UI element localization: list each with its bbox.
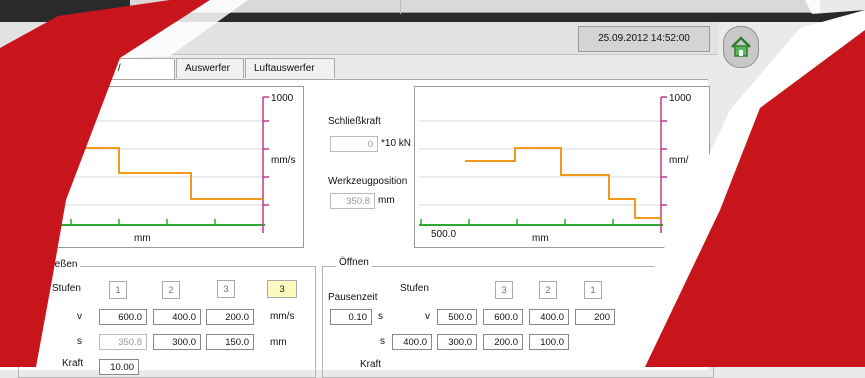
tab-auswerfer[interactable]: Auswerfer <box>176 58 244 78</box>
schliessen-s1-field: 350.8 <box>99 334 147 350</box>
schliessen-v2-field[interactable]: 400.0 <box>153 309 201 325</box>
schliessen-s3-field[interactable]: 150.0 <box>206 334 254 350</box>
chart-left-xtick-label: 500.0 <box>25 229 51 240</box>
schliesskraft-unit: *10 kN <box>381 138 412 149</box>
oeffnen-v1-field[interactable]: 500.0 <box>437 309 477 325</box>
datetime-display: 25.09.2012 14:52:00 <box>578 26 710 52</box>
oeffnen-s4-field[interactable]: 100.0 <box>529 334 569 350</box>
schliessen-s2-field[interactable]: 300.0 <box>153 334 201 350</box>
werkzeugposition-unit: mm <box>378 195 395 206</box>
oeffnen-s1-field[interactable]: 400.0 <box>392 334 432 350</box>
oeffnen-v2-field[interactable]: 600.0 <box>483 309 523 325</box>
werkzeugposition-field: 350.8 <box>330 193 375 209</box>
oeffnen-step-2[interactable]: 2 <box>539 281 557 299</box>
chart-left-ymax-label: 1000 <box>271 93 294 104</box>
chart-left-xunit-label: mm <box>134 233 151 244</box>
oeffnen-title: Öffnen <box>336 257 372 268</box>
chart-left-y-ticks <box>263 96 269 206</box>
schliessen-v-unit: mm/s <box>270 311 295 322</box>
chart-right-y-ticks <box>661 96 667 206</box>
oeffnen-s3-field[interactable]: 200.0 <box>483 334 523 350</box>
oeffnen-s2-field[interactable]: 300.0 <box>437 334 477 350</box>
oeffnen-v4-field[interactable]: 200 <box>575 309 615 325</box>
schliessen-step-3[interactable]: 3 <box>217 280 235 298</box>
oeffnen-step-1[interactable]: 1 <box>584 281 602 299</box>
schliessen-v1-field[interactable]: 600.0 <box>99 309 147 325</box>
oeffnen-kraft-label: Kraft <box>360 359 382 370</box>
chart-right-ymax-label: 1000 <box>669 93 692 104</box>
schliessen-selected-step[interactable]: 3 <box>267 280 297 298</box>
schliessen-step-1[interactable]: 1 <box>109 281 127 299</box>
tab-luftauswerfer[interactable]: Luftauswerfer <box>245 58 335 78</box>
chart-right-yunit-label: mm/ <box>669 155 689 166</box>
oeffnen-step-3[interactable]: 3 <box>495 281 513 299</box>
opening-profile-line <box>465 147 661 219</box>
schliessen-v-label: v <box>77 311 82 322</box>
schliesskraft-field: 0 <box>330 136 378 152</box>
schliessen-kraft-field[interactable]: 10.00 <box>99 359 139 375</box>
pausenzeit-field[interactable]: 0.10 <box>330 309 372 325</box>
speed-chart-opening: 1000 mm/ 500.0 mm <box>414 86 710 248</box>
chart-left-grid <box>21 120 265 206</box>
schliessen-s-unit: mm <box>270 337 287 348</box>
top-bar <box>0 0 865 22</box>
speed-chart-closing: 1000 mm/s 500.0 mm <box>0 86 304 248</box>
chart-right-xunit-label: mm <box>532 233 549 244</box>
schliessen-s-label: s <box>77 336 82 347</box>
pausenzeit-label: Pausenzeit <box>328 292 378 303</box>
oeffnen-v3-field[interactable]: 400.0 <box>529 309 569 325</box>
schliessen-kraft-label: Kraft <box>62 358 84 369</box>
chart-right-xtick-label: 500.0 <box>431 229 457 240</box>
werkzeugposition-label: Werkzeugposition <box>328 176 408 187</box>
top-separator <box>400 0 401 14</box>
oeffnen-s-label: s <box>380 336 385 347</box>
chart-left-svg <box>21 96 269 233</box>
top-strip <box>130 0 820 13</box>
oeffnen-stufen-label: Stufen <box>400 283 429 294</box>
schliessen-title: Schließen <box>30 259 81 270</box>
pausenzeit-unit: s <box>378 311 383 322</box>
schliessen-v3-field[interactable]: 200.0 <box>206 309 254 325</box>
oeffnen-v-label: v <box>425 311 430 322</box>
schliesskraft-label: Schließkraft <box>328 116 381 127</box>
home-button[interactable] <box>723 26 759 68</box>
speed-profile-line <box>21 147 263 200</box>
chart-right-grid <box>419 120 663 206</box>
home-icon <box>731 36 751 57</box>
schliessen-step-2[interactable]: 2 <box>162 281 180 299</box>
chart-left-yunit-label: mm/s <box>271 155 296 166</box>
chart-right-svg <box>419 96 667 233</box>
tab-oeffnen-schliessen[interactable]: en / Schließen <box>95 58 175 94</box>
schliessen-stufen-label: Stufen <box>52 283 81 294</box>
